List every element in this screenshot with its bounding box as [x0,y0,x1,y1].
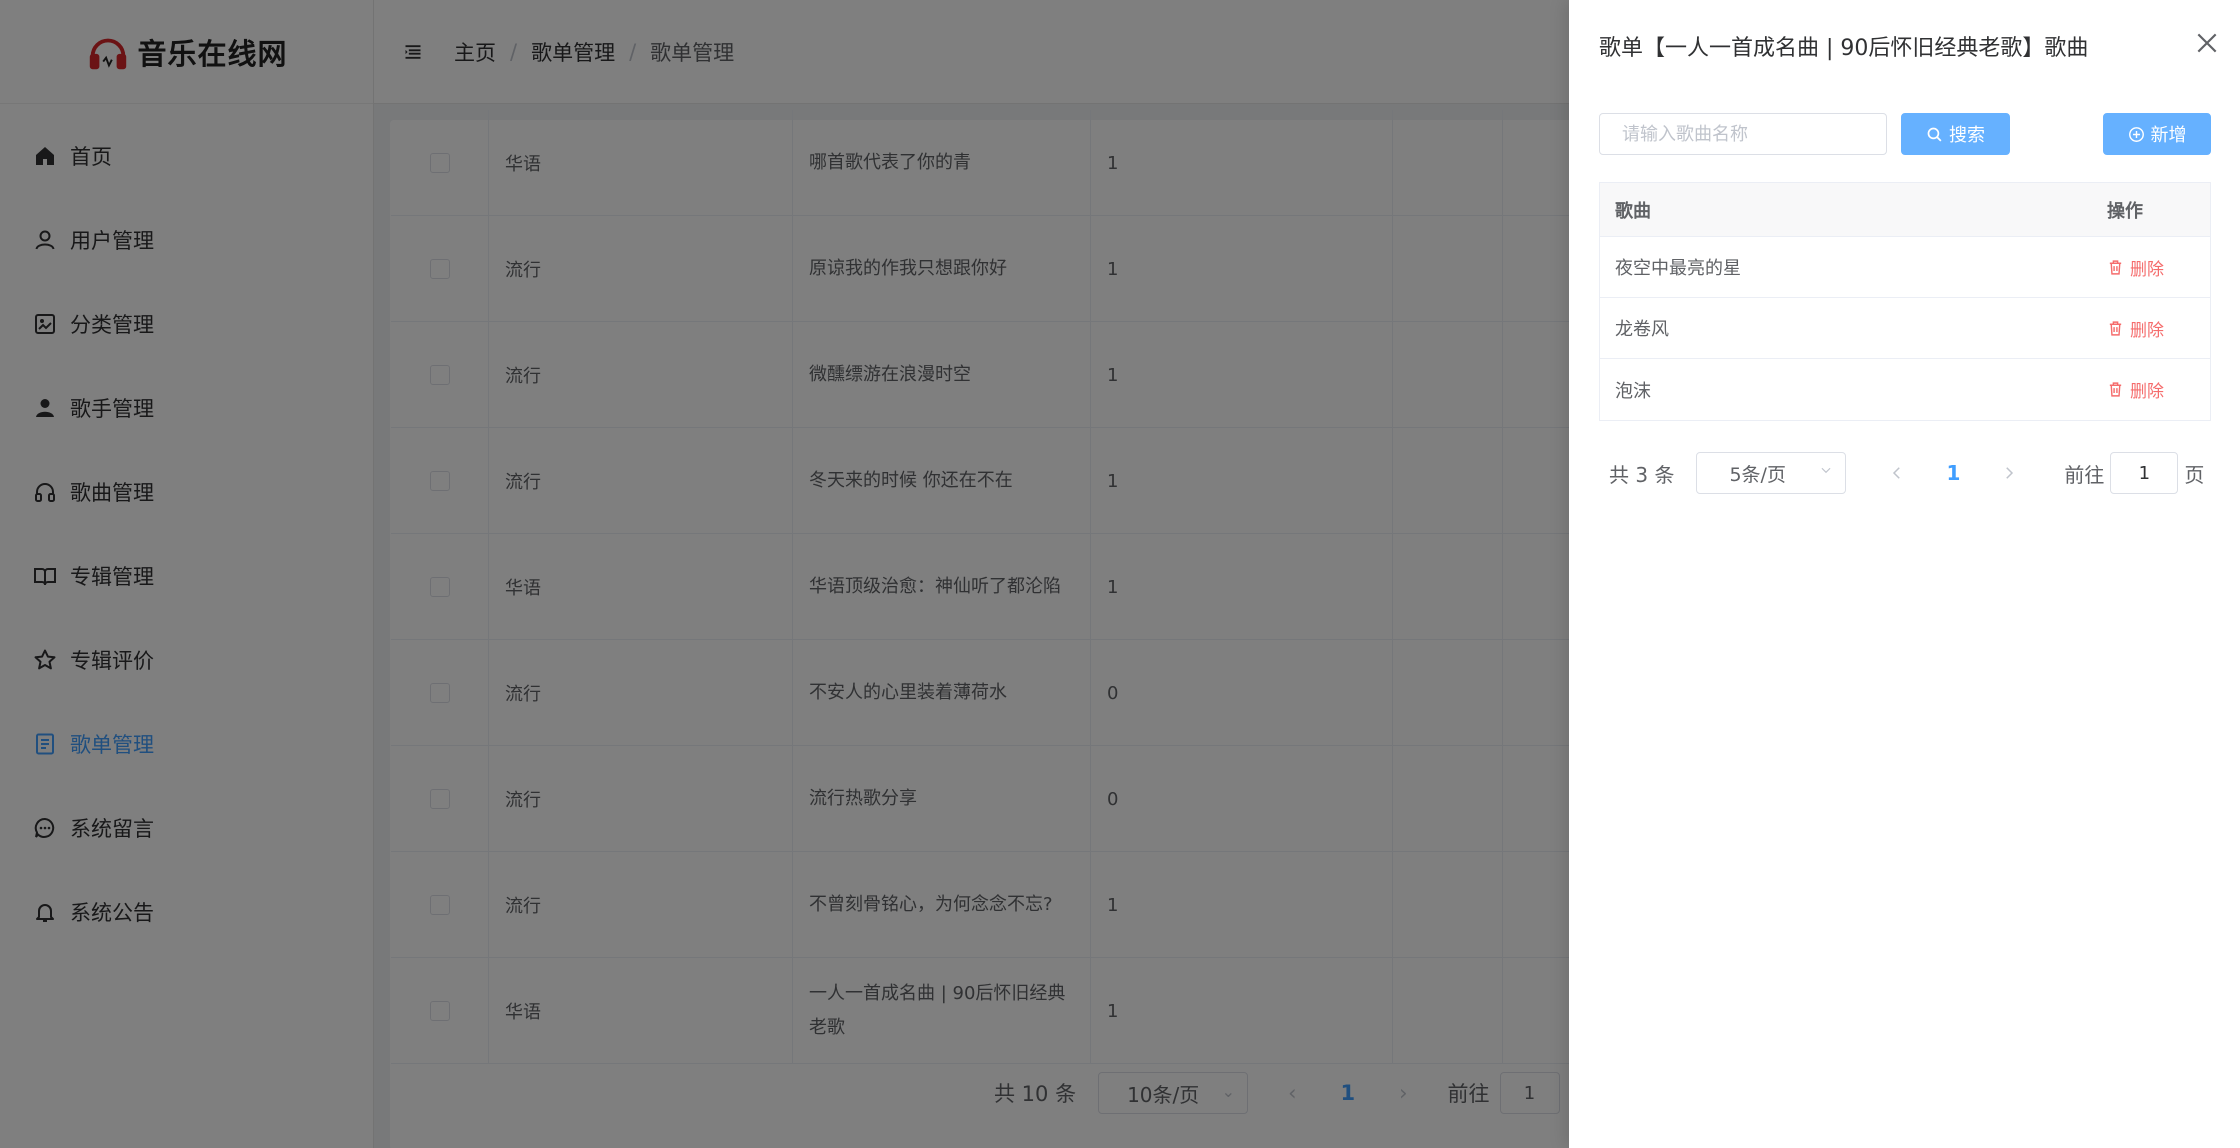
song-search-input[interactable] [1599,113,1887,155]
goto-page-input[interactable]: 1 [2110,452,2179,494]
song-table: 歌曲 操作 夜空中最亮的星 删除 龙卷风 删除 泡沫 删除 [1599,182,2211,421]
chevron-down-icon [1821,467,1831,474]
pagination-total: 共 3 条 [1609,462,1675,487]
page-number-current[interactable]: 1 [1946,461,1960,485]
search-icon [1927,127,1942,141]
delete-button[interactable]: 删除 [2092,316,2164,341]
add-song-button[interactable]: 新增 [2103,113,2211,155]
song-name: 泡沫 [1615,380,1651,402]
song-name: 夜空中最亮的星 [1615,258,1741,279]
page-size-value: 5条/页 [1729,463,1786,486]
table-row: 夜空中最亮的星 删除 [1600,237,2210,298]
column-header-action: 操作 [2107,200,2143,222]
table-row: 泡沫 删除 [1600,359,2210,420]
trash-icon [2109,320,2122,336]
close-icon[interactable] [2194,30,2220,56]
table-header: 歌曲 操作 [1600,183,2210,237]
column-header-song: 歌曲 [1615,200,1651,222]
delete-label: 删除 [2130,320,2164,341]
add-button-label: 新增 [2150,125,2187,146]
prev-page-button[interactable] [1888,464,1906,482]
table-row: 龙卷风 删除 [1600,298,2210,359]
trash-icon [2109,382,2122,397]
drawer-pagination: 共 3 条 5条/页 1 前往 1 页 [1609,452,2221,494]
goto-label: 前往 [2064,462,2105,487]
trash-icon [2109,259,2122,275]
song-name: 龙卷风 [1615,319,1669,340]
delete-label: 删除 [2130,259,2164,280]
page-suffix-label: 页 [2184,462,2205,487]
next-page-button[interactable] [2000,464,2018,482]
delete-button[interactable]: 删除 [2092,377,2164,402]
drawer-title: 歌单【一人一首成名曲 | 90后怀旧经典老歌】歌曲 [1599,36,2089,61]
search-button-label: 搜索 [1949,125,1985,146]
page-size-select[interactable]: 5条/页 [1696,452,1847,494]
playlist-songs-drawer: 歌单【一人一首成名曲 | 90后怀旧经典老歌】歌曲 搜索 新增 歌曲 操作 夜空… [1569,0,2240,1148]
delete-label: 删除 [2130,382,2164,402]
plus-circle-icon [2128,126,2144,142]
search-button[interactable]: 搜索 [1901,113,2010,155]
delete-button[interactable]: 删除 [2092,255,2164,280]
